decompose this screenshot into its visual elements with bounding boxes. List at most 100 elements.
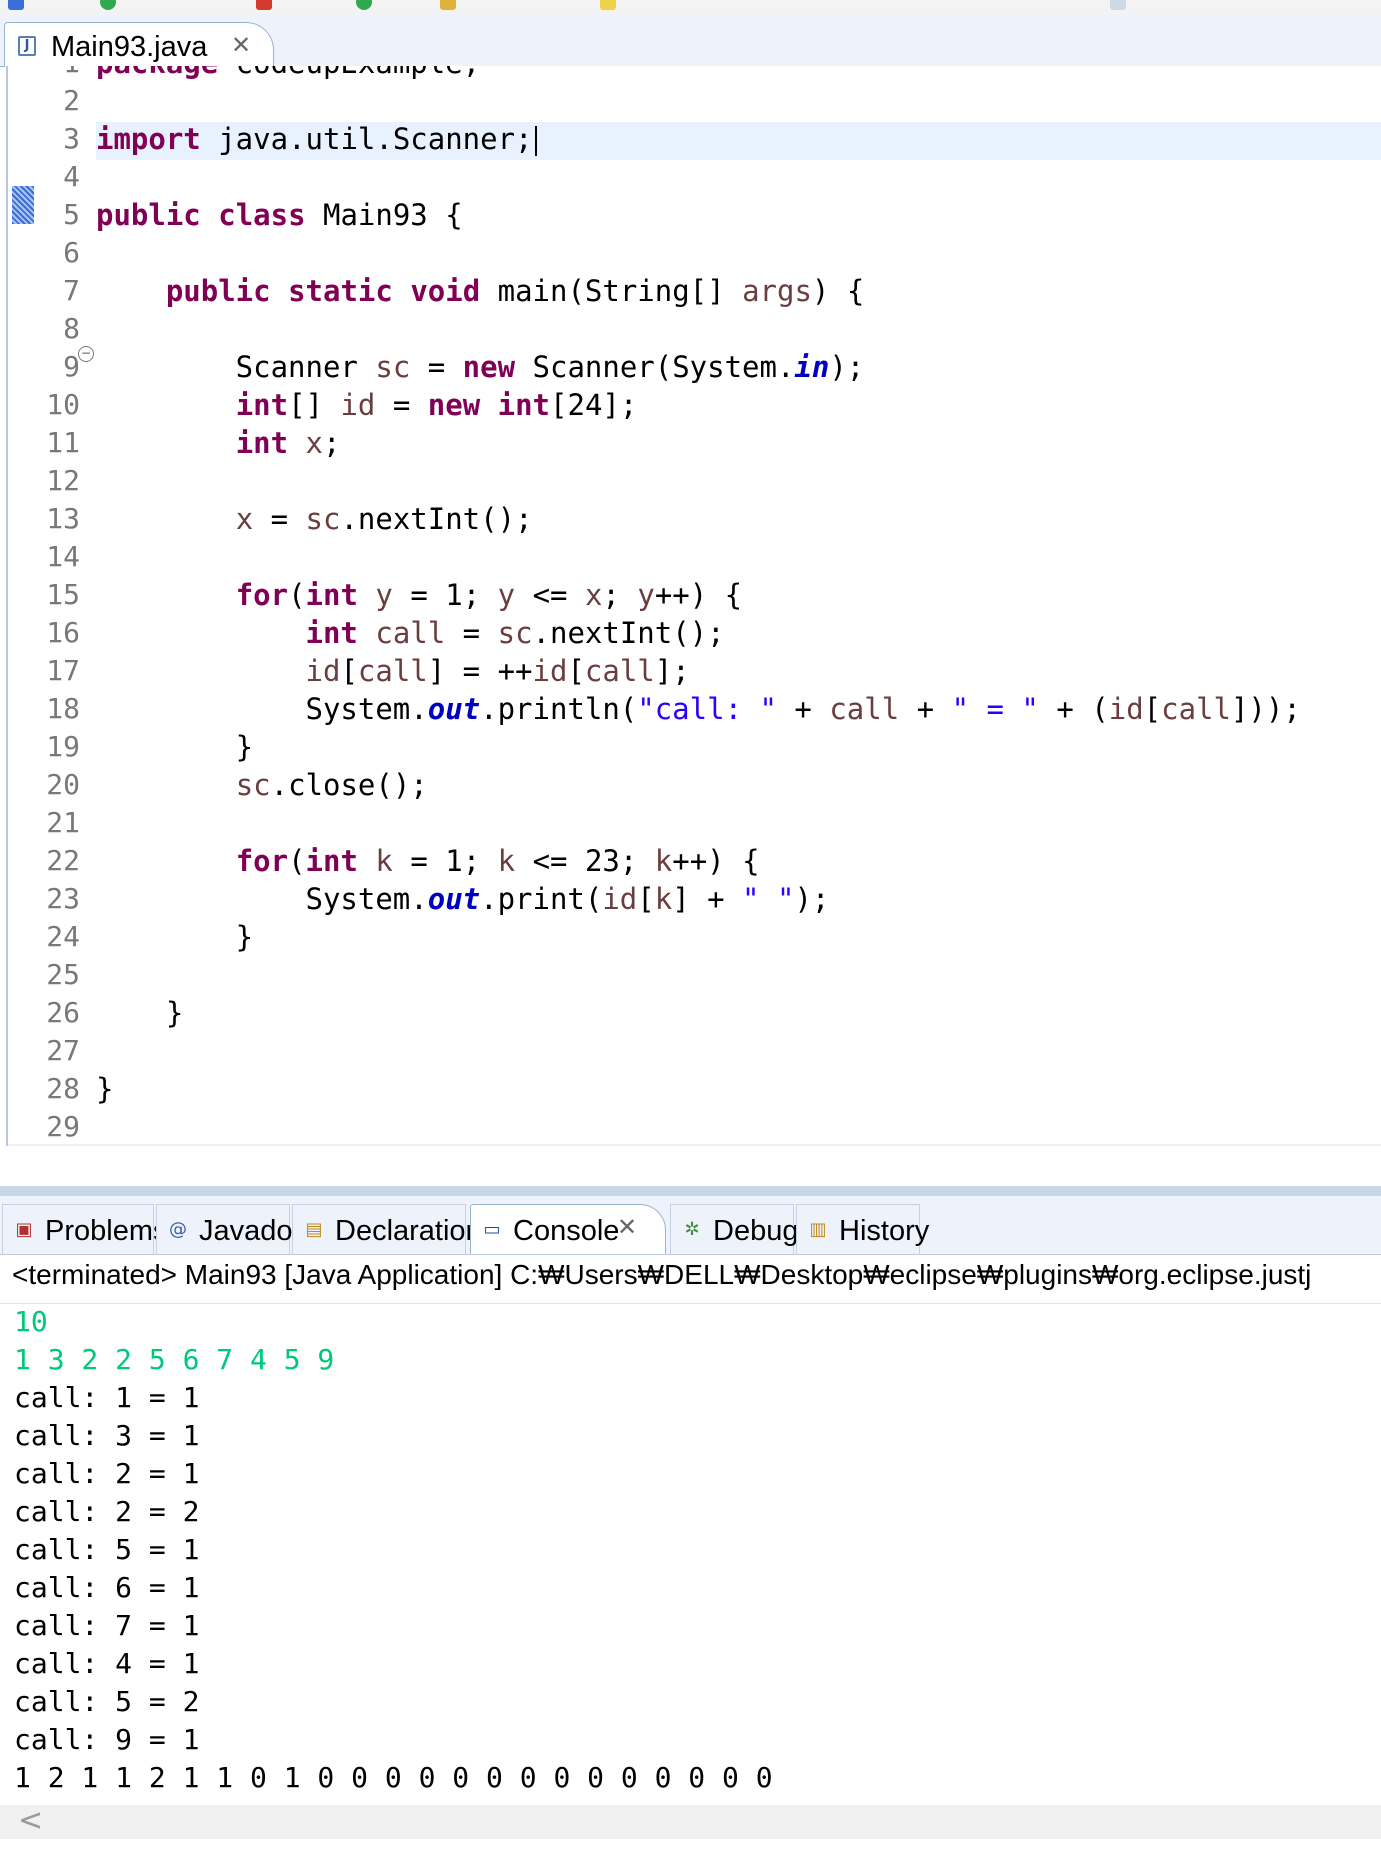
- tab-label: Console: [513, 1215, 620, 1247]
- code-area[interactable]: package codeupExample; import java.util.…: [96, 66, 1381, 1146]
- code-line[interactable]: int x;: [96, 426, 1381, 464]
- tab-label: History: [839, 1215, 930, 1247]
- tab-problems[interactable]: ▣ Problems: [2, 1204, 168, 1254]
- line-number: 2: [63, 84, 80, 117]
- open-file-icon[interactable]: [440, 0, 456, 10]
- tab-label: Debug: [713, 1215, 799, 1247]
- line-number: 20: [46, 768, 80, 801]
- fold-collapse-icon[interactable]: −: [78, 346, 94, 362]
- line-number-ruler: 1234567891011121314151617181920212223242…: [38, 66, 88, 1146]
- bottom-panel-tabs: ▣ Problems @ Javadoc ▤ Declaration ▭ Con…: [0, 1196, 1381, 1255]
- code-line[interactable]: for(int k = 1; k <= 23; k++) {: [96, 844, 1381, 882]
- code-editor[interactable]: 1234567891011121314151617181920212223242…: [6, 66, 1381, 1146]
- problems-icon: ▣: [15, 1219, 33, 1240]
- console-output-line: call: 3 = 1: [14, 1419, 200, 1452]
- tab-console[interactable]: ▭ Console ✕: [470, 1204, 666, 1254]
- tab-label: Javadoc: [199, 1215, 308, 1247]
- new-icon[interactable]: [8, 0, 24, 10]
- code-line[interactable]: [96, 312, 1381, 350]
- code-line[interactable]: [96, 1110, 1381, 1146]
- code-line[interactable]: [96, 84, 1381, 122]
- history-icon: ▥: [809, 1219, 827, 1240]
- tab-history[interactable]: ▥ History: [796, 1204, 929, 1254]
- line-number: 26: [46, 996, 80, 1029]
- editor-tab-main93[interactable]: J Main93.java ✕: [4, 22, 274, 67]
- line-number: 11: [46, 426, 80, 459]
- code-line[interactable]: [96, 540, 1381, 578]
- code-line[interactable]: int[] id = new int[24];: [96, 388, 1381, 426]
- code-line[interactable]: sc.close();: [96, 768, 1381, 806]
- console-output-line: call: 2 = 1: [14, 1457, 200, 1490]
- current-line-marker: [12, 186, 34, 224]
- declaration-icon: ▤: [305, 1219, 323, 1240]
- code-line[interactable]: public class Main93 {: [96, 198, 1381, 236]
- console-icon: ▭: [483, 1219, 501, 1240]
- tab-debug[interactable]: ✲ Debug: [670, 1204, 798, 1254]
- console-input-line: 1 3 2 2 5 6 7 4 5 9: [14, 1343, 335, 1376]
- tab-declaration[interactable]: ▤ Declaration: [292, 1204, 482, 1254]
- line-number: 5: [63, 198, 80, 231]
- editor-tab-bar: J Main93.java ✕: [0, 14, 1381, 67]
- scroll-left-icon[interactable]: <: [100, 1144, 125, 1146]
- code-line[interactable]: }: [96, 920, 1381, 958]
- console-process-status: <terminated> Main93 [Java Application] C…: [12, 1259, 1312, 1290]
- close-tab-icon[interactable]: ✕: [231, 31, 251, 59]
- close-console-tab-icon[interactable]: ✕: [617, 1213, 637, 1241]
- tab-label: Problems: [45, 1215, 168, 1247]
- line-number: 18: [46, 692, 80, 725]
- scroll-left-icon[interactable]: <: [18, 1803, 43, 1838]
- editor-horizontal-scrollbar[interactable]: <: [8, 1144, 1381, 1146]
- code-line[interactable]: package codeupExample;: [96, 66, 1381, 84]
- console-output-line: call: 2 = 2: [14, 1495, 200, 1528]
- code-line[interactable]: int call = sc.nextInt();: [96, 616, 1381, 654]
- line-number: 7: [63, 274, 80, 307]
- debug-run-icon[interactable]: [356, 0, 372, 10]
- console-horizontal-scrollbar[interactable]: <: [0, 1803, 1381, 1839]
- line-number: 3: [63, 122, 80, 155]
- main-toolbar: [0, 0, 1381, 15]
- console-output-line: call: 7 = 1: [14, 1609, 200, 1642]
- code-line[interactable]: id[call] = ++id[call];: [96, 654, 1381, 692]
- console-output[interactable]: 10 1 3 2 2 5 6 7 4 5 9 call: 1 = 1 call: 3 …: [14, 1305, 773, 1799]
- console-output-line: call: 1 = 1: [14, 1381, 200, 1414]
- java-file-icon: J: [18, 36, 36, 56]
- code-line[interactable]: System.out.print(id[k] + " ");: [96, 882, 1381, 920]
- console-output-line: 1 2 1 1 2 1 1 0 1 0 0 0 0 0 0 0 0 0 0 0 …: [14, 1761, 773, 1794]
- code-line[interactable]: for(int y = 1; y <= x; y++) {: [96, 578, 1381, 616]
- console-input-line: 10: [14, 1305, 48, 1338]
- code-line[interactable]: }: [96, 1072, 1381, 1110]
- search-toolbar-icon[interactable]: [600, 0, 616, 10]
- code-line[interactable]: }: [96, 996, 1381, 1034]
- tab-javadoc[interactable]: @ Javadoc: [156, 1204, 307, 1254]
- line-number: 28: [46, 1072, 80, 1105]
- code-line[interactable]: x = sc.nextInt();: [96, 502, 1381, 540]
- debug-bug-icon: ✲: [684, 1219, 700, 1240]
- run-icon[interactable]: [100, 0, 116, 10]
- console-output-line: call: 6 = 1: [14, 1571, 200, 1604]
- code-line[interactable]: import java.util.Scanner;: [96, 122, 1381, 160]
- code-line[interactable]: [96, 464, 1381, 502]
- stop-icon[interactable]: [256, 0, 272, 10]
- javadoc-at-icon: @: [169, 1219, 187, 1240]
- text-cursor: [534, 126, 537, 156]
- code-line[interactable]: System.out.println("call: " + call + " =…: [96, 692, 1381, 730]
- code-line[interactable]: Scanner sc = new Scanner(System.in);: [96, 350, 1381, 388]
- overview-gutter: [8, 66, 38, 1146]
- code-line[interactable]: [96, 160, 1381, 198]
- line-number: 13: [46, 502, 80, 535]
- console-view[interactable]: <terminated> Main93 [Java Application] C…: [0, 1255, 1381, 1858]
- code-line[interactable]: [96, 1034, 1381, 1072]
- line-number: 6: [63, 236, 80, 269]
- code-line[interactable]: [96, 806, 1381, 844]
- perspective-icon[interactable]: [1110, 0, 1126, 10]
- code-line[interactable]: [96, 958, 1381, 996]
- line-number: 23: [46, 882, 80, 915]
- pane-divider[interactable]: [0, 1186, 1381, 1196]
- line-number: 15: [46, 578, 80, 611]
- line-number: 24: [46, 920, 80, 953]
- code-line[interactable]: }: [96, 730, 1381, 768]
- line-number: 8: [63, 312, 80, 345]
- code-line[interactable]: public static void main(String[] args) {: [96, 274, 1381, 312]
- code-line[interactable]: [96, 236, 1381, 274]
- console-header-divider: [0, 1303, 1381, 1304]
